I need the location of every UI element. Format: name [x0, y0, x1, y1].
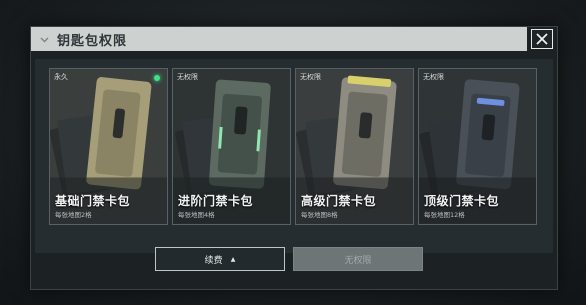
card-premium[interactable]: 无权限 高级门禁卡包 每张地图8格 [295, 68, 414, 225]
cursor-icon: ▲ [230, 255, 236, 263]
card-capacity: 每张地图8格 [301, 211, 338, 219]
renew-button-label: 续费 [204, 255, 223, 266]
chevron-down-icon [40, 35, 49, 44]
card-capacity: 每张地图2格 [55, 211, 92, 219]
card-list: 永久 基础门禁卡包 每张地图2格 无权限 进阶门禁卡包 每张地图4格 无权限 高… [49, 68, 537, 225]
card-name: 进阶门禁卡包 [178, 194, 254, 208]
close-button[interactable] [531, 29, 553, 49]
key-pack-permission-dialog: 钥匙包权限 永久 基础门禁卡包 每张地图2格 无权限 进阶门禁卡包 每张地图4格… [30, 26, 558, 290]
card-name: 基础门禁卡包 [55, 194, 131, 208]
card-tag: 无权限 [177, 73, 198, 81]
no-permission-button[interactable]: 无权限 [293, 247, 423, 271]
active-status-dot [154, 75, 160, 81]
card-tag: 无权限 [423, 73, 444, 81]
card-advanced[interactable]: 无权限 进阶门禁卡包 每张地图4格 [172, 68, 291, 225]
card-basic[interactable]: 永久 基础门禁卡包 每张地图2格 [49, 68, 168, 225]
no-permission-button-label: 无权限 [344, 255, 372, 266]
card-capacity: 每张地图4格 [178, 211, 215, 219]
close-icon [536, 33, 548, 45]
card-panel: 永久 基础门禁卡包 每张地图2格 无权限 进阶门禁卡包 每张地图4格 无权限 高… [35, 59, 553, 253]
card-name: 顶级门禁卡包 [424, 194, 500, 208]
card-tag: 无权限 [300, 73, 321, 81]
dialog-title: 钥匙包权限 [57, 33, 128, 49]
action-bar: 续费 ▲ 无权限 [31, 245, 557, 289]
card-name: 高级门禁卡包 [301, 194, 377, 208]
card-tag: 永久 [54, 73, 68, 81]
renew-button[interactable]: 续费 ▲ [155, 247, 285, 271]
card-capacity: 每张地图12格 [424, 211, 465, 219]
card-top[interactable]: 无权限 顶级门禁卡包 每张地图12格 [418, 68, 537, 225]
dialog-titlebar: 钥匙包权限 [31, 27, 527, 51]
